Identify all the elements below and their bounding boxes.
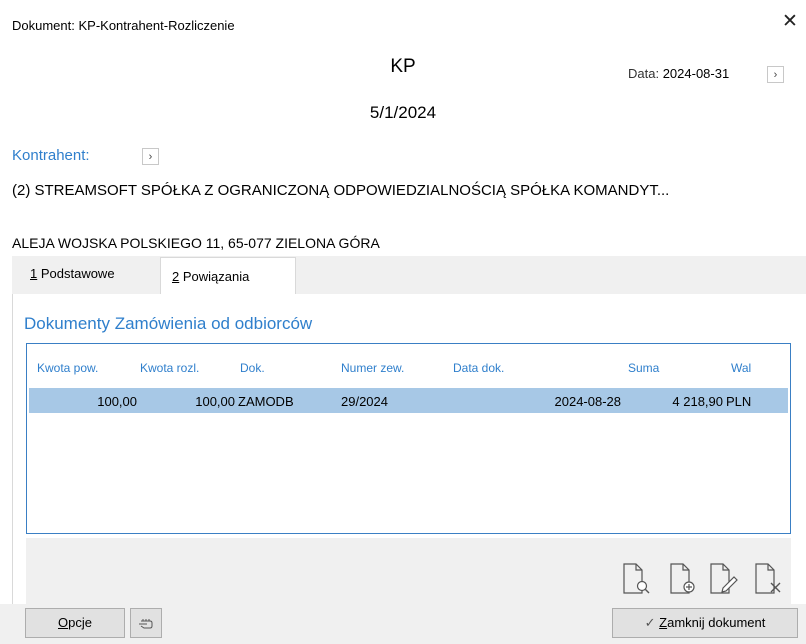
tab-podstawowe[interactable]: 1 Podstawowe — [30, 266, 115, 281]
preview-document-icon[interactable] — [622, 563, 652, 595]
column-header-kwota-pow[interactable]: Kwota pow. — [37, 361, 98, 375]
document-date: Data: 2024-08-31 — [628, 66, 729, 81]
kontrahent-label[interactable]: Kontrahent: — [12, 147, 90, 164]
checkmark-icon: ✓ — [644, 615, 656, 630]
cell-data-dok: 2024-08-28 — [554, 394, 622, 409]
grid-toolbar — [26, 538, 791, 604]
document-number: 5/1/2024 — [369, 103, 437, 122]
tab-strip — [12, 256, 806, 294]
section-title: Dokumenty Zamówienia od odbiorców — [24, 314, 313, 333]
hand-icon — [139, 618, 153, 629]
column-header-data-dok[interactable]: Data dok. — [453, 361, 504, 375]
cell-suma: 4 218,90 — [672, 394, 723, 409]
add-document-icon[interactable] — [669, 563, 699, 595]
cell-wal: PLN — [726, 394, 752, 409]
column-header-kwota-rozl[interactable]: Kwota rozl. — [140, 361, 199, 375]
close-document-button[interactable]: ✓ Zamknij dokument — [612, 608, 798, 638]
kontrahent-chevron-right-icon[interactable]: › — [142, 148, 159, 165]
cell-numer-zew: 29/2024 — [341, 394, 388, 409]
date-label: Data: — [628, 66, 660, 81]
tab-powiazania[interactable]: 2 Powiązania — [160, 257, 296, 294]
table-row[interactable]: 100,00 100,00 ZAMODB 29/2024 2024-08-28 … — [29, 388, 788, 413]
documents-grid[interactable]: Kwota pow. Kwota rozl. Dok. Numer zew. D… — [26, 343, 791, 534]
date-value: 2024-08-31 — [662, 66, 730, 81]
close-icon[interactable]: ✕ — [778, 10, 802, 34]
cell-kwota-rozl: 100,00 — [195, 394, 235, 409]
hand-icon-button[interactable] — [130, 608, 162, 638]
column-header-wal[interactable]: Wal — [731, 361, 751, 375]
edit-document-icon[interactable] — [709, 563, 739, 595]
kontrahent-name: (2) STREAMSOFT SPÓŁKA Z OGRANICZONĄ ODPO… — [12, 182, 670, 199]
cell-dok: ZAMODB — [238, 394, 294, 409]
window-title: Dokument: KP-Kontrahent-Rozliczenie — [12, 18, 235, 33]
date-chevron-right-icon[interactable]: › — [767, 66, 784, 83]
column-header-dok[interactable]: Dok. — [240, 361, 265, 375]
opcje-button[interactable]: Opcje — [25, 608, 125, 638]
column-header-numer-zew[interactable]: Numer zew. — [341, 361, 404, 375]
cell-kwota-pow: 100,00 — [97, 394, 137, 409]
delete-document-icon[interactable] — [754, 563, 784, 595]
kontrahent-address: ALEJA WOJSKA POLSKIEGO 11, 65-077 ZIELON… — [12, 235, 380, 251]
column-header-suma[interactable]: Suma — [628, 361, 659, 375]
